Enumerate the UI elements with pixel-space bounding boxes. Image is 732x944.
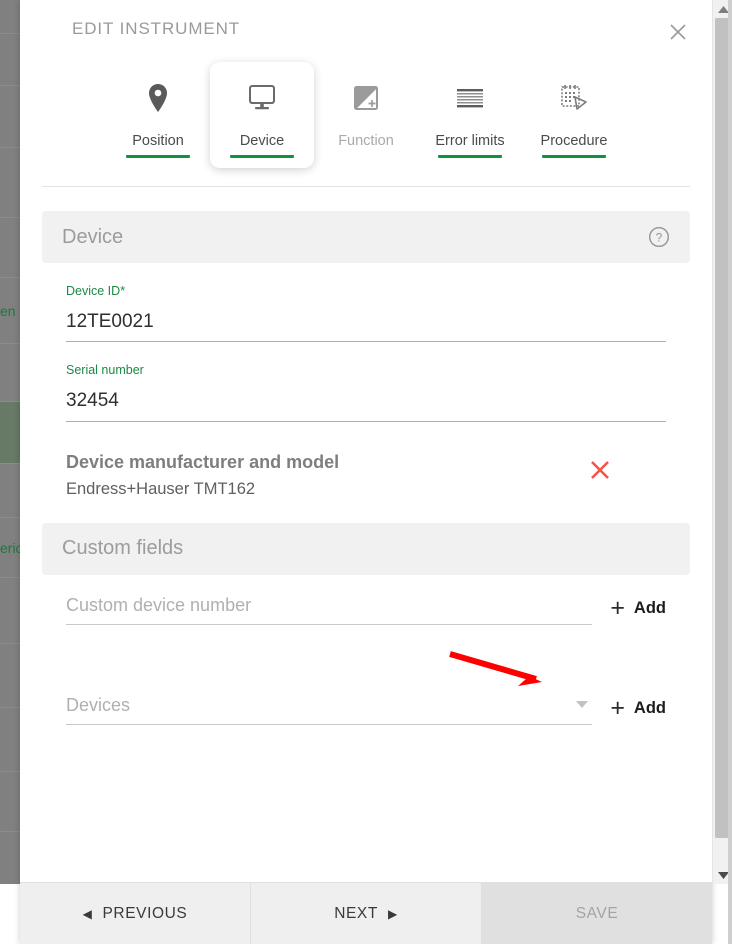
device-section-title: Device <box>62 225 124 248</box>
tab-error-limits-label: Error limits <box>435 133 505 149</box>
tab-function[interactable]: Function <box>314 62 418 168</box>
checklist-icon <box>558 78 590 118</box>
background-list-item <box>0 708 20 772</box>
devices-select-placeholder: Devices <box>66 694 131 715</box>
page-scrollbar-edge[interactable] <box>728 0 732 944</box>
custom-device-number-placeholder: Custom device number <box>66 594 252 615</box>
field-device-id-label-text: Device ID <box>66 284 121 298</box>
add-button-devices[interactable]: + Add <box>610 693 666 725</box>
background-list-item <box>0 644 20 708</box>
serial-number-input[interactable]: 32454 <box>66 389 666 422</box>
add-button-devices-label: Add <box>633 698 666 717</box>
save-button[interactable]: SAVE <box>482 883 712 944</box>
field-serial-number: Serial number 32454 <box>42 364 690 422</box>
background-list-item <box>0 86 20 148</box>
tab-function-underline <box>334 155 398 158</box>
custom-fields-section-title: Custom fields <box>62 537 184 559</box>
tab-device[interactable]: Device <box>210 62 314 168</box>
required-marker: * <box>120 284 126 298</box>
tab-procedure-underline <box>542 154 606 158</box>
next-button-label: NEXT <box>334 904 378 922</box>
background-list-item: eric <box>0 518 20 578</box>
background-list-item <box>0 772 20 832</box>
monitor-icon <box>247 78 277 118</box>
tab-device-underline <box>230 154 294 158</box>
device-manufacturer-texts: Device manufacturer and model Endress+Ha… <box>66 452 339 499</box>
background-list-item <box>0 34 20 86</box>
next-button[interactable]: NEXT ▶ <box>251 883 482 944</box>
tab-bar: Position Device Function Error limits Pr… <box>20 62 712 186</box>
field-device-id-label: Device ID* <box>66 285 666 298</box>
background-list-item <box>0 464 20 518</box>
triangle-left-icon: ◀ <box>82 906 93 921</box>
tab-position-underline <box>126 154 190 158</box>
app-root: en eric EDIT INSTRUMENT Position <box>0 0 732 944</box>
previous-button[interactable]: ◀ PREVIOUS <box>20 883 251 944</box>
dialog-footer: ◀ PREVIOUS NEXT ▶ SAVE <box>20 882 712 944</box>
previous-button-label: PREVIOUS <box>102 904 188 922</box>
custom-field-row-devices: Devices + Add <box>42 695 690 725</box>
device-manufacturer-block: Device manufacturer and model Endress+Ha… <box>42 452 690 499</box>
background-bottom-strip <box>0 884 20 944</box>
help-circle-icon[interactable]: ? <box>648 226 670 248</box>
tab-procedure[interactable]: Procedure <box>522 62 626 168</box>
plus-icon: + <box>610 693 625 722</box>
tab-error-limits-underline <box>438 154 502 158</box>
map-pin-icon <box>146 78 170 118</box>
field-device-id: Device ID* 12TE0021 <box>42 285 690 343</box>
background-list-item: en <box>0 278 20 344</box>
dialog-header: EDIT INSTRUMENT <box>20 0 712 62</box>
background-list-item <box>0 578 20 644</box>
custom-field-row-device-number: Custom device number + Add <box>42 595 690 625</box>
lines-icon <box>455 78 485 118</box>
edit-instrument-dialog: EDIT INSTRUMENT Position Device Function… <box>20 0 712 944</box>
device-section-header: Device ? <box>42 211 690 263</box>
device-manufacturer-title: Device manufacturer and model <box>66 451 340 472</box>
svg-text:?: ? <box>656 230 663 244</box>
device-manufacturer-value: Endress+Hauser TMT162 <box>66 479 256 498</box>
field-serial-number-label-text: Serial number <box>66 363 144 378</box>
background-list-item <box>0 0 20 34</box>
dialog-body: Device ? Device ID* 12TE0021 Serial numb… <box>20 187 712 882</box>
devices-select[interactable]: Devices <box>66 694 593 725</box>
page-title: EDIT INSTRUMENT <box>72 19 241 38</box>
triangle-right-icon: ▶ <box>387 906 398 921</box>
tab-error-limits[interactable]: Error limits <box>418 62 522 168</box>
field-serial-number-label: Serial number <box>66 364 666 377</box>
image-add-icon <box>352 78 380 118</box>
close-x-icon[interactable] <box>588 458 612 482</box>
background-list-item <box>0 402 20 464</box>
tab-position[interactable]: Position <box>106 62 210 168</box>
custom-device-number-input[interactable]: Custom device number <box>66 594 593 625</box>
add-button-custom-device-number[interactable]: + Add <box>610 593 666 625</box>
chevron-down-icon[interactable] <box>576 696 589 714</box>
custom-fields-section-header: Custom fields <box>42 522 690 575</box>
tab-procedure-label: Procedure <box>540 133 608 149</box>
add-button-custom-device-number-label: Add <box>633 598 666 617</box>
background-list-item <box>0 218 20 278</box>
plus-icon: + <box>610 593 625 622</box>
background-list-item <box>0 344 20 402</box>
background-list-item <box>0 832 20 892</box>
device-id-input[interactable]: 12TE0021 <box>66 310 666 343</box>
background-app-list: en eric <box>0 0 20 944</box>
tab-position-label: Position <box>132 133 184 149</box>
save-button-label: SAVE <box>575 904 619 922</box>
background-list-item <box>0 148 20 218</box>
tab-function-label: Function <box>338 133 394 149</box>
tab-device-label: Device <box>239 133 285 149</box>
close-icon[interactable] <box>662 16 694 48</box>
